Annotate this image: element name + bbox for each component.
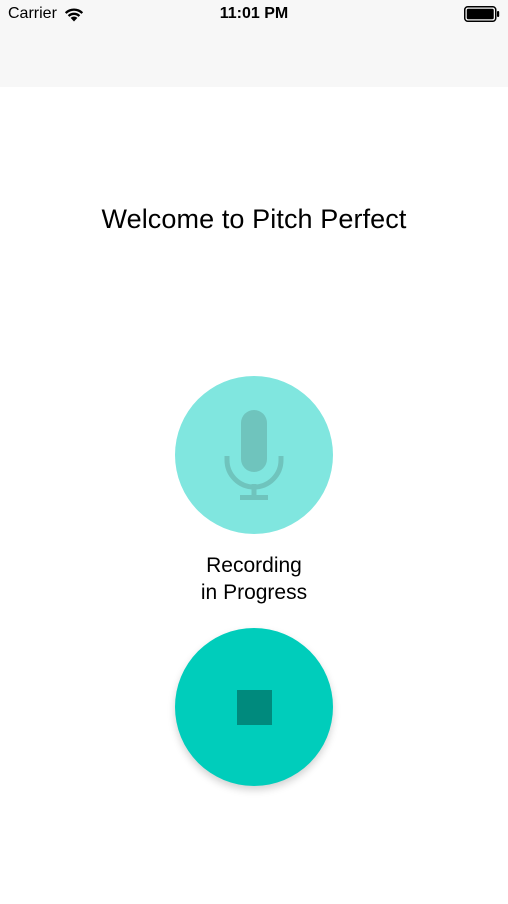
status-bar: Carrier 11:01 PM: [0, 0, 508, 30]
stop-icon: [236, 689, 272, 725]
recording-status-line1: Recording: [206, 554, 302, 577]
app-screen: Carrier 11:01 PM Welcome to Pitch Perfec…: [0, 0, 508, 904]
record-button[interactable]: [175, 376, 333, 534]
microphone-icon: [224, 410, 284, 500]
stop-recording-button[interactable]: [175, 628, 333, 786]
status-time: 11:01 PM: [219, 5, 289, 22]
battery-icon: [464, 6, 500, 22]
welcome-title: Welcome to Pitch Perfect: [101, 204, 407, 234]
recording-status-label: Recording in Progress: [0, 552, 508, 606]
navigation-bar: Carrier 11:01 PM: [0, 0, 508, 87]
recording-status-line2: in Progress: [200, 581, 308, 604]
